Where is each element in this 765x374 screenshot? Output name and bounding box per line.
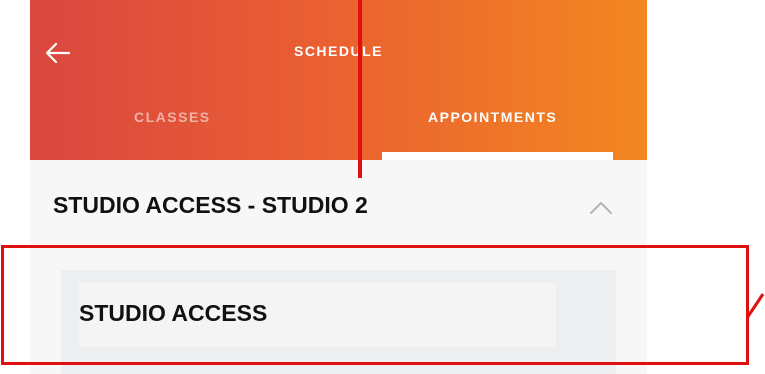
section-header-studio-2[interactable]: STUDIO ACCESS - STUDIO 2 — [30, 160, 647, 242]
screenshot-stage: SCHEDULE CLASSES APPOINTMENTS STUDIO ACC… — [0, 0, 765, 374]
header-bar: SCHEDULE CLASSES APPOINTMENTS — [30, 0, 647, 160]
chevron-up-icon[interactable] — [588, 198, 614, 216]
tab-appointments[interactable]: APPOINTMENTS — [428, 109, 557, 125]
annotation-marker-line — [358, 0, 362, 178]
page-title: SCHEDULE — [293, 43, 383, 59]
annotation-arrow-tail — [745, 293, 765, 319]
annotation-highlight-box — [1, 245, 749, 365]
section-title: STUDIO ACCESS - STUDIO 2 — [53, 192, 368, 218]
tab-classes[interactable]: CLASSES — [134, 109, 211, 125]
active-tab-indicator — [382, 152, 613, 160]
